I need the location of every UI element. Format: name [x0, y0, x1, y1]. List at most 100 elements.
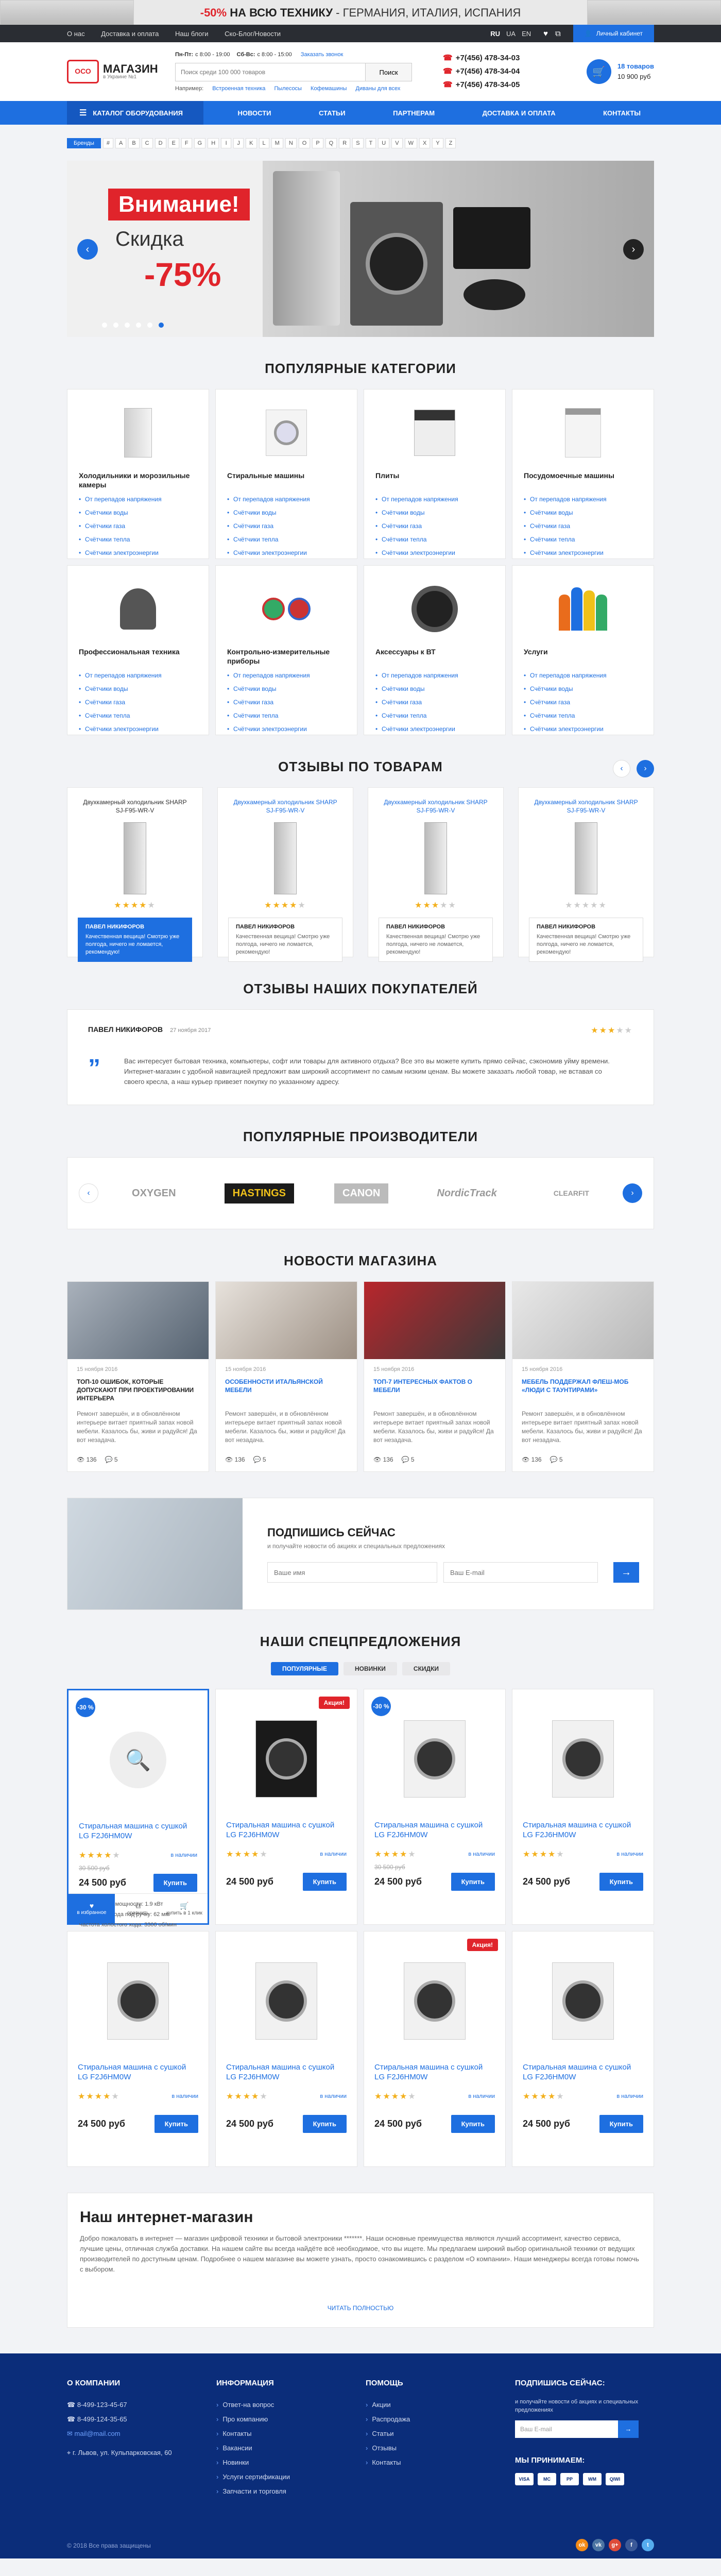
subcategory-link[interactable]: Счётчики тепла	[524, 536, 642, 543]
subscribe-name-input[interactable]	[267, 1562, 437, 1583]
search-input[interactable]	[175, 63, 366, 81]
brands-next-button[interactable]: ›	[623, 1183, 642, 1203]
footer-email-input[interactable]: Ваш E-mail	[515, 2420, 618, 2438]
washing-machine-icon[interactable]	[374, 1705, 495, 1813]
subcategory-link[interactable]: Счётчики тепла	[375, 712, 494, 719]
subcategory-link[interactable]: Счётчики воды	[524, 685, 642, 692]
slider-dot[interactable]	[125, 323, 130, 328]
promo-banner[interactable]: -50% НА ВСЮ ТЕХНИКУ - ГЕРМАНИЯ, ИТАЛИЯ, …	[0, 0, 721, 25]
callback-link[interactable]: Заказать звонок	[301, 52, 343, 58]
brand-letter[interactable]: N	[285, 138, 297, 148]
subcategory-link[interactable]: Счётчики тепла	[79, 536, 197, 543]
brand-letter[interactable]: E	[168, 138, 179, 148]
review-product-name[interactable]: Двухкамерный холодильник SHARP SJ-F95-WR…	[379, 798, 493, 817]
buy-button[interactable]: Купить	[153, 1874, 197, 1892]
subcategory-link[interactable]: Счётчики воды	[524, 509, 642, 516]
slider-dot[interactable]	[113, 323, 118, 328]
product-name[interactable]: Стиральная машина с сушкой LG F2J6HM0W	[374, 2062, 495, 2083]
buy-button[interactable]: Купить	[451, 2115, 495, 2133]
subcategory-link[interactable]: От перепадов напряжения	[227, 672, 346, 679]
slider-prev-button[interactable]: ‹	[77, 239, 98, 260]
product-action-button[interactable]: ⧉ сравнить	[115, 1894, 161, 1923]
news-card[interactable]: 15 ноября 2016 ТОП-10 ошибок, которые доп…	[67, 1281, 209, 1472]
slider-dot[interactable]	[147, 323, 152, 328]
nav-news[interactable]: НОВОСТИ	[224, 101, 284, 125]
subcategory-link[interactable]: Счётчики газа	[79, 522, 197, 530]
subcategory-link[interactable]: Счётчики электроэнергии	[227, 549, 346, 556]
category-card[interactable]: Стиральные машины От перепадов напряжения…	[215, 389, 357, 559]
product-review-card[interactable]: Двухкамерный холодильник SHARP SJ-F95-WR…	[217, 787, 353, 962]
footer-phone[interactable]: 8-499-124-35-65	[77, 2415, 127, 2423]
category-name[interactable]: Плиты	[375, 471, 494, 489]
brand-letter[interactable]: V	[391, 138, 403, 148]
subcategory-link[interactable]: Счётчики воды	[227, 509, 346, 516]
news-title[interactable]: ТОП-7 интересных фактов о мебели	[373, 1378, 496, 1402]
washing-machine-icon[interactable]	[226, 1705, 347, 1813]
brand-letter[interactable]: X	[419, 138, 431, 148]
brand-letter[interactable]: L	[259, 138, 269, 148]
category-name[interactable]: Стиральные машины	[227, 471, 346, 489]
footer-link[interactable]: Распродажа	[366, 2412, 515, 2427]
brand-letter[interactable]: D	[154, 138, 166, 148]
reviews-prev-button[interactable]: ‹	[613, 760, 630, 777]
buy-button[interactable]: Купить	[599, 2115, 643, 2133]
footer-link[interactable]: Контакты	[216, 2427, 366, 2441]
category-card[interactable]: Посудомоечные машины От перепадов напряже…	[512, 389, 654, 559]
category-card[interactable]: Холодильники и морозильные камеры От пере…	[67, 389, 209, 559]
product-name[interactable]: Стиральная машина с сушкой LG F2J6HM0W	[79, 1821, 197, 1842]
twitter-icon[interactable]: t	[642, 2539, 654, 2551]
brand-logo[interactable]: NordicTrack	[428, 1183, 505, 1204]
footer-link[interactable]: Новинки	[216, 2455, 366, 2470]
nav-delivery[interactable]: ДОСТАВКА И ОПЛАТА	[469, 101, 569, 125]
review-product-name[interactable]: Двухкамерный холодильник SHARP SJ-F95-WR…	[78, 798, 192, 817]
brand-letter[interactable]: F	[181, 138, 192, 148]
brand-letter[interactable]: C	[141, 138, 153, 148]
product-card[interactable]: Стиральная машина с сушкой LG F2J6HM0W ★★…	[67, 1931, 209, 2167]
footer-link[interactable]: Запчасти и торговля	[216, 2484, 366, 2499]
brand-letter[interactable]: W	[404, 138, 417, 148]
subcategory-link[interactable]: Счётчики тепла	[524, 712, 642, 719]
footer-phone[interactable]: 8-499-123-45-67	[77, 2401, 127, 2409]
topbar-link[interactable]: Доставка и оплата	[101, 30, 159, 38]
brand-letter[interactable]: Q	[325, 138, 337, 148]
brand-letter[interactable]: H	[208, 138, 219, 148]
product-card[interactable]: Акция! Стиральная машина с сушкой LG F2J6…	[364, 1931, 506, 2167]
subcategory-link[interactable]: Счётчики электроэнергии	[227, 725, 346, 733]
footer-link[interactable]: Контакты	[366, 2455, 515, 2470]
washing-machine-icon[interactable]: 🔍	[79, 1706, 197, 1814]
suggestion-link[interactable]: Кофемашины	[311, 86, 347, 92]
subcategory-link[interactable]: Счётчики тепла	[375, 536, 494, 543]
category-card[interactable]: Аксессуары к ВТ От перепадов напряжения Сч…	[364, 565, 506, 735]
category-name[interactable]: Услуги	[524, 647, 642, 666]
product-review-card[interactable]: Двухкамерный холодильник SHARP SJ-F95-WR…	[67, 787, 203, 962]
product-review-card[interactable]: Двухкамерный холодильник SHARP SJ-F95-WR…	[518, 787, 654, 962]
news-image[interactable]	[512, 1282, 654, 1359]
washing-machine-icon[interactable]	[226, 1947, 347, 2055]
buy-button[interactable]: Купить	[302, 2115, 347, 2133]
subcategory-link[interactable]: Счётчики газа	[227, 522, 346, 530]
product-name[interactable]: Стиральная машина с сушкой LG F2J6HM0W	[523, 1820, 643, 1841]
product-action-button[interactable]: ♥ в избранное	[68, 1894, 115, 1923]
subcategory-link[interactable]: Счётчики газа	[375, 522, 494, 530]
news-image[interactable]	[364, 1282, 505, 1359]
footer-link[interactable]: Отзывы	[366, 2441, 515, 2455]
buy-button[interactable]: Купить	[154, 2115, 198, 2133]
news-image[interactable]	[67, 1282, 209, 1359]
subcategory-link[interactable]: Счётчики газа	[524, 522, 642, 530]
subcategory-link[interactable]: От перепадов напряжения	[524, 672, 642, 679]
news-title[interactable]: ТОП-10 ошибок, которые допускают при про…	[77, 1378, 199, 1402]
product-name[interactable]: Стиральная машина с сушкой LG F2J6HM0W	[523, 2062, 643, 2083]
category-name[interactable]: Контрольно-измерительные приборы	[227, 647, 346, 666]
suggestion-link[interactable]: Диваны для всех	[355, 86, 400, 92]
subcategory-link[interactable]: Счётчики воды	[375, 685, 494, 692]
subcategory-link[interactable]: Счётчики газа	[79, 699, 197, 706]
slider-dot[interactable]	[102, 323, 107, 328]
brand-logo[interactable]: CLEARFIT	[545, 1185, 597, 1201]
product-card[interactable]: Стиральная машина с сушкой LG F2J6HM0W ★★…	[512, 1689, 654, 1925]
brand-letter[interactable]: G	[194, 138, 206, 148]
subcategory-link[interactable]: Счётчики электроэнергии	[79, 549, 197, 556]
category-name[interactable]: Профессиональная техника	[79, 647, 197, 666]
tab-discounts[interactable]: СКИДКИ	[402, 1662, 451, 1675]
phone-number[interactable]: +7(456) 478-34-04	[456, 67, 520, 76]
heart-icon[interactable]: ♥	[543, 29, 548, 38]
